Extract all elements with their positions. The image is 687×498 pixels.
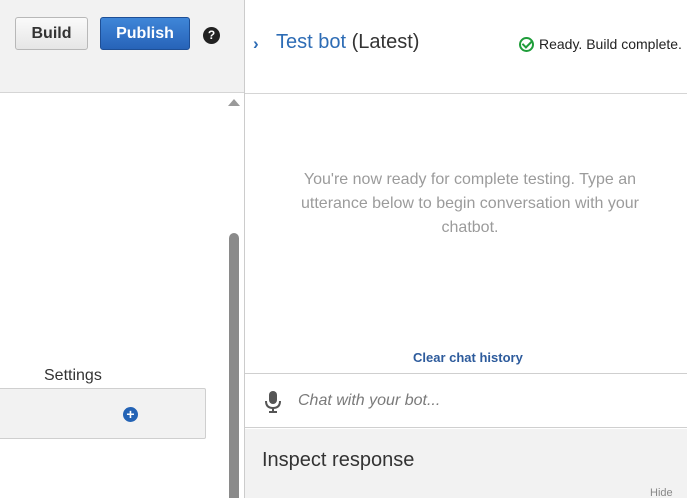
chevron-right-icon[interactable]: › <box>253 34 259 54</box>
clear-chat-history-link[interactable]: Clear chat history <box>413 350 523 365</box>
chat-input-area <box>245 373 687 428</box>
ready-message: You're now ready for complete testing. T… <box>301 171 639 236</box>
test-bot-panel: › Test bot (Latest) Ready. Build complet… <box>245 0 687 498</box>
build-button[interactable]: Build <box>15 17 88 50</box>
hide-link[interactable]: Hide <box>650 487 673 498</box>
inspect-response-title: Inspect response <box>262 449 415 471</box>
test-bot-title: Test bot (Latest) <box>276 31 419 54</box>
header-divider <box>245 93 687 94</box>
settings-box <box>0 388 206 439</box>
chat-input[interactable] <box>298 389 668 413</box>
microphone-icon[interactable] <box>264 391 282 413</box>
scrollbar-thumb[interactable] <box>229 233 239 498</box>
settings-label: Settings <box>44 367 102 384</box>
publish-button[interactable]: Publish <box>100 17 190 50</box>
test-bot-name: Test bot <box>276 31 347 53</box>
scroll-up-arrow-icon[interactable] <box>228 99 240 106</box>
build-status-text: Ready. Build complete. <box>539 36 682 52</box>
help-icon[interactable]: ? <box>203 27 220 44</box>
test-bot-version: (Latest) <box>351 31 420 53</box>
left-panel: Build Publish ? Settings + <box>0 0 244 498</box>
editor-toolbar: Build Publish ? <box>0 0 244 93</box>
app-root: Build Publish ? Settings + › Test bot (L… <box>0 0 687 498</box>
build-status: Ready. Build complete. <box>519 34 682 52</box>
add-circle-icon[interactable]: + <box>123 407 138 422</box>
check-circle-icon <box>519 37 534 52</box>
inspect-response-section: Inspect response Hide <box>245 429 687 498</box>
